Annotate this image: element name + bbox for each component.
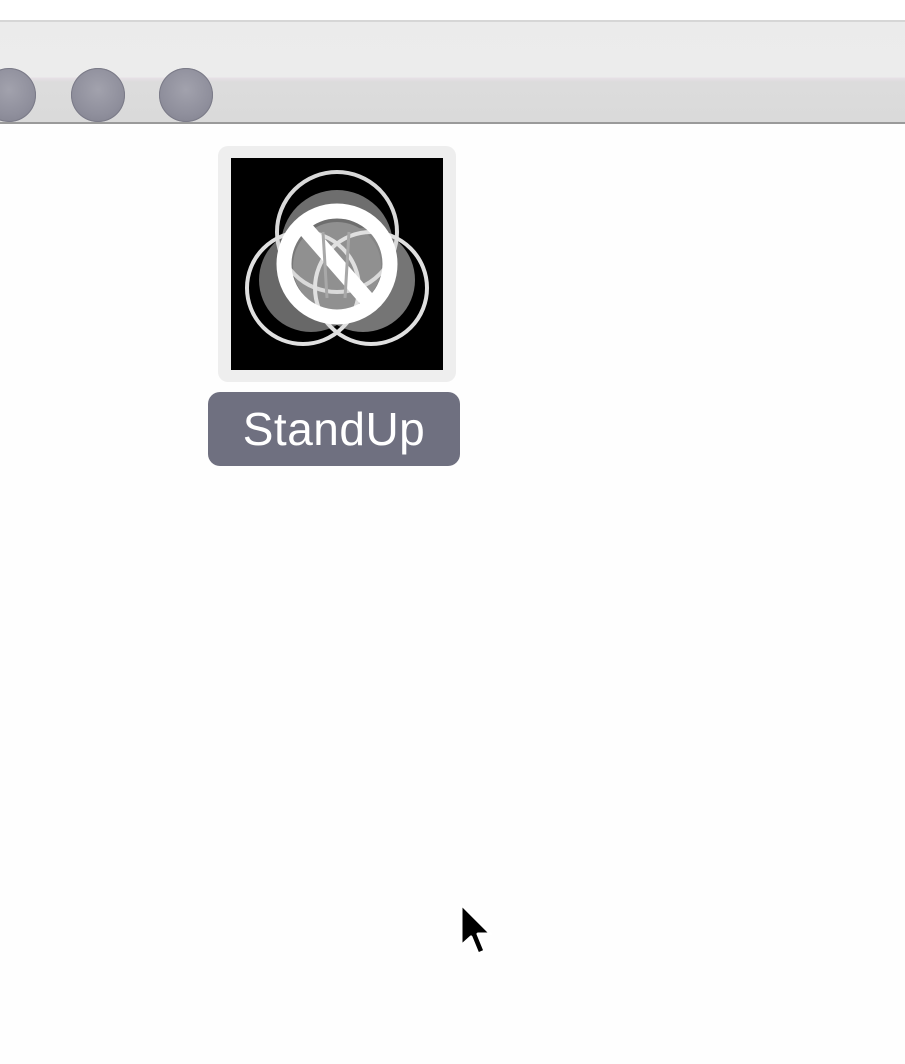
- top-strip: [0, 0, 905, 20]
- minimize-button[interactable]: [71, 68, 125, 122]
- desktop-item-label[interactable]: StandUp: [208, 392, 460, 466]
- desktop-item-standup[interactable]: StandUp: [206, 142, 462, 472]
- screen: StandUp: [0, 0, 905, 1064]
- zoom-button[interactable]: [159, 68, 213, 122]
- standup-app-icon[interactable]: [231, 158, 443, 370]
- icon-selection-frame[interactable]: [218, 146, 456, 382]
- close-button[interactable]: [0, 68, 36, 122]
- arrow-pointer-icon: [458, 902, 494, 958]
- standup-logo-graphic: [245, 170, 429, 346]
- window-titlebar[interactable]: [0, 20, 905, 124]
